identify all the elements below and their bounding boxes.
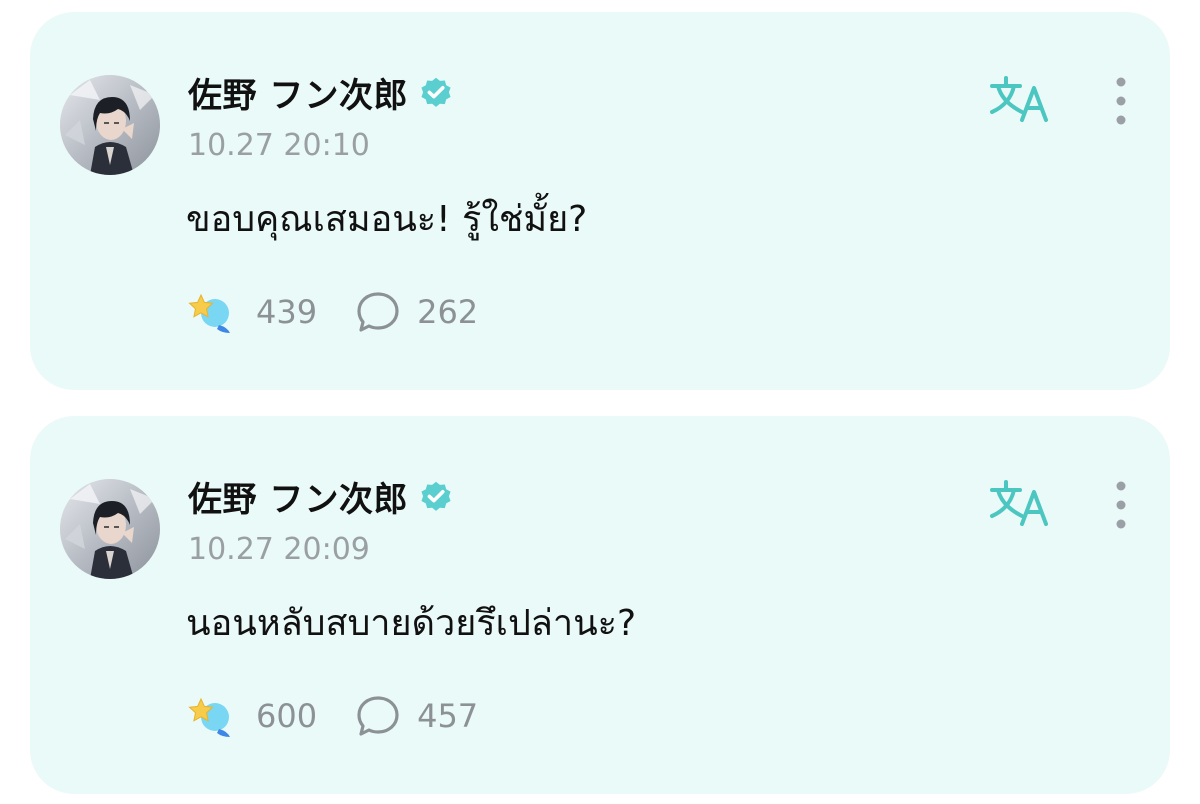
comment-count: 457 (417, 697, 479, 735)
comment-button[interactable]: 457 (353, 691, 478, 741)
comment-bubble-icon (357, 696, 399, 736)
avatar-photo-icon (60, 75, 160, 175)
comment-button[interactable]: 262 (353, 287, 478, 337)
reaction-count: 439 (256, 293, 318, 331)
translate-icon[interactable] (988, 478, 1054, 530)
reaction-count: 600 (256, 697, 318, 735)
post-text: นอนหลับสบายด้วยรึเปล่านะ? (186, 603, 637, 644)
author-name[interactable]: 佐野 フン次郎 (188, 472, 408, 521)
post-feed: 佐野 フン次郎 10.27 20:10 ขอบคุณเสมอนะ! รู้ใช่… (0, 0, 1200, 804)
avatar-photo-icon (60, 479, 160, 579)
comment-bubble-icon (357, 292, 399, 332)
more-vertical-icon[interactable] (1106, 74, 1136, 128)
reaction-button[interactable]: 439 (186, 287, 317, 337)
comment-count: 262 (417, 293, 479, 331)
author-name[interactable]: 佐野 フン次郎 (188, 68, 408, 117)
more-vertical-icon[interactable] (1106, 478, 1136, 532)
avatar[interactable] (60, 479, 160, 579)
post-card[interactable]: 佐野 フン次郎 10.27 20:09 นอนหลับสบายด้วยรึเปล… (30, 416, 1170, 794)
star-reaction-icon (188, 697, 230, 737)
timestamp: 10.27 20:09 (188, 532, 370, 567)
timestamp: 10.27 20:10 (188, 128, 370, 163)
avatar[interactable] (60, 75, 160, 175)
author-row: 佐野 フン次郎 (188, 472, 454, 520)
post-card[interactable]: 佐野 フン次郎 10.27 20:10 ขอบคุณเสมอนะ! รู้ใช่… (30, 12, 1170, 390)
translate-icon[interactable] (988, 74, 1054, 126)
post-text: ขอบคุณเสมอนะ! รู้ใช่มั้ย? (186, 199, 588, 240)
post-stats: 600 457 (186, 690, 478, 742)
author-row: 佐野 フン次郎 (188, 68, 454, 116)
reaction-button[interactable]: 600 (186, 691, 317, 741)
star-reaction-icon (188, 293, 230, 333)
post-stats: 439 262 (186, 286, 478, 338)
verified-badge-icon (421, 77, 451, 107)
verified-badge-icon (421, 481, 451, 511)
